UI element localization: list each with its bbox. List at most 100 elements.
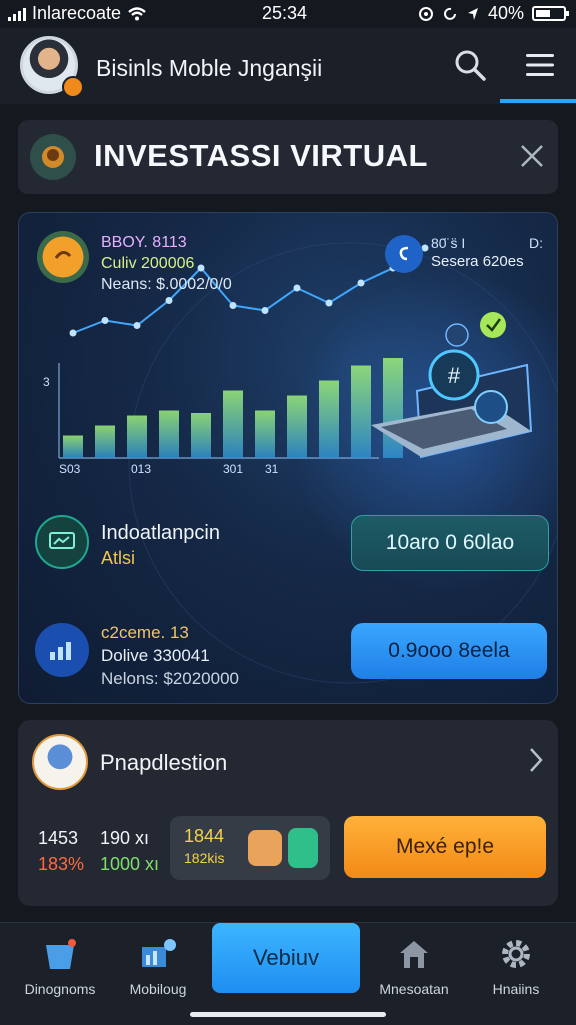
line-point	[165, 297, 173, 304]
nav-label: Mobiloug	[129, 981, 187, 997]
line-point	[261, 307, 269, 314]
row1-title: Indoatlanpcin	[101, 522, 220, 544]
row2-line1: c2ceme. 13	[101, 623, 189, 642]
clock-badge-icon	[474, 390, 508, 424]
nav-label: Dinognoms	[24, 981, 96, 997]
line-point	[357, 279, 365, 287]
chart-bar	[319, 380, 339, 458]
portfolio-line2: Culiv 200006	[101, 255, 195, 272]
row1-subtitle: Atlsi	[101, 548, 136, 568]
row2-line2: Dolive 330041	[101, 646, 210, 665]
portfolio-coin-icon	[37, 231, 89, 283]
chart-bar	[159, 410, 179, 458]
portfolio-line1: BBOY. 8113	[101, 234, 187, 251]
chart-bar	[287, 395, 307, 458]
mini-bottom: 182kis	[184, 850, 225, 866]
stat-multiplier: 190 xı	[100, 828, 150, 848]
row2-action-button[interactable]: 0.9ooo 8eela	[351, 623, 547, 679]
chart-gear-icon	[142, 939, 176, 967]
stat-value: 1453	[38, 828, 79, 848]
line-point	[325, 299, 333, 307]
app-header: Bisinls Moble Jnganşii	[0, 28, 576, 104]
gear-badge-icon	[445, 323, 469, 347]
investment-banner: INVESTASSI VIRTUAL	[18, 120, 558, 194]
location-icon	[467, 7, 478, 20]
close-button[interactable]	[512, 136, 552, 176]
chat-icon	[288, 828, 318, 868]
coin-icon	[30, 134, 76, 180]
rate-label-right: D:	[529, 235, 543, 251]
line-point	[229, 302, 237, 309]
check-badge-icon	[480, 312, 506, 338]
chart-bar	[255, 410, 275, 458]
prediction-open-button[interactable]	[520, 742, 552, 778]
nav-label: Hnaiins	[492, 981, 540, 997]
nav-item-hnaiins[interactable]: Hnaiins	[466, 937, 566, 1007]
banner-title: INVESTASSI VIRTUAL	[94, 138, 428, 173]
alarm-icon	[418, 6, 433, 21]
nav-item-mnesoatan[interactable]: Mnesoatan	[364, 937, 464, 1007]
x-tick-label: S03	[59, 462, 81, 476]
mini-summary: 1844 182kis	[170, 816, 330, 880]
app-title: Bisinls Moble Jnganşii	[96, 55, 323, 81]
chart-bar	[223, 390, 243, 458]
nav-item-vebiuv[interactable]: Vebiuv	[212, 923, 360, 993]
signal-icon	[8, 7, 26, 21]
stat-multiplier: 1000 xı	[100, 854, 160, 874]
line-point	[69, 329, 77, 337]
search-icon	[455, 50, 486, 81]
status-right: 40%	[418, 3, 569, 24]
status-left: Inlarecoate	[8, 3, 147, 24]
mini-top: 1844	[184, 826, 225, 846]
x-tick-label: 31	[265, 462, 279, 476]
rate-value: Sesera 620es	[431, 253, 524, 270]
nav-item-dinognoms[interactable]: Dinognoms	[10, 937, 110, 1007]
bar-chart-icon	[35, 623, 89, 677]
header-active-indicator	[500, 99, 576, 103]
chart-bar	[127, 415, 147, 458]
x-tick-label: 013	[131, 462, 152, 476]
predict-button[interactable]: Mexé ep!e	[344, 816, 546, 878]
svg-text:#: #	[448, 363, 461, 388]
shield-icon	[248, 830, 282, 866]
portfolio-info: BBOY. 8113 Culiv 200006 Neans: $.0002/0/…	[101, 232, 232, 295]
y-tick-label: 3	[43, 375, 50, 389]
sync-icon	[443, 7, 456, 20]
prediction-card: Pnapdlestion 1453 190 xı 183% 1000 xı 18…	[18, 720, 558, 906]
bottom-navigation: Dinognoms Mobiloug Vebiuv Mnesoatan Hnai…	[0, 922, 576, 1025]
row1-action-button[interactable]: 10aro 0 60lao	[351, 515, 549, 571]
menu-button[interactable]	[518, 43, 562, 87]
chart-bar	[351, 365, 371, 458]
chart-bar	[95, 425, 115, 458]
wifi-icon	[128, 6, 146, 20]
battery-icon	[532, 6, 569, 21]
chevron-right-icon	[530, 748, 543, 772]
row2-info: c2ceme. 13 Dolive 330041 Nelons: $202000…	[101, 621, 239, 690]
x-tick-label: 301	[223, 462, 244, 476]
chart-screen-icon	[35, 515, 89, 569]
hamburger-menu-icon	[526, 54, 554, 76]
close-icon	[521, 145, 543, 167]
chart-bar	[191, 413, 211, 458]
line-point	[101, 317, 109, 324]
line-point	[133, 322, 141, 329]
nav-item-mobiloug[interactable]: Mobiloug	[108, 937, 208, 1007]
battery-percent: 40%	[487, 3, 524, 23]
dollar-badge-icon	[385, 235, 423, 273]
chart-bar	[63, 435, 83, 458]
home-icon	[400, 941, 428, 968]
search-button[interactable]	[448, 43, 492, 87]
rate-label: 80̈ s̈ I	[431, 235, 466, 251]
carrier-label: Inlarecoate	[32, 3, 122, 23]
row2-line3: Nelons: $2020000	[101, 669, 240, 688]
portfolio-line3: Neans: $.0002/0/0	[101, 276, 232, 293]
status-bar: Inlarecoate 25:34 40%	[0, 0, 576, 28]
avatar-badge	[62, 76, 84, 98]
basket-icon	[46, 939, 76, 969]
prediction-title: Pnapdlestion	[100, 750, 228, 775]
home-indicator	[190, 1012, 386, 1017]
prediction-avatar	[32, 734, 88, 790]
investment-card: # 3 S03 013 301 31 BBOY. 8113 Culiv 2000…	[18, 212, 558, 704]
clock: 25:34	[262, 3, 308, 23]
stat-value: 183%	[38, 854, 85, 874]
